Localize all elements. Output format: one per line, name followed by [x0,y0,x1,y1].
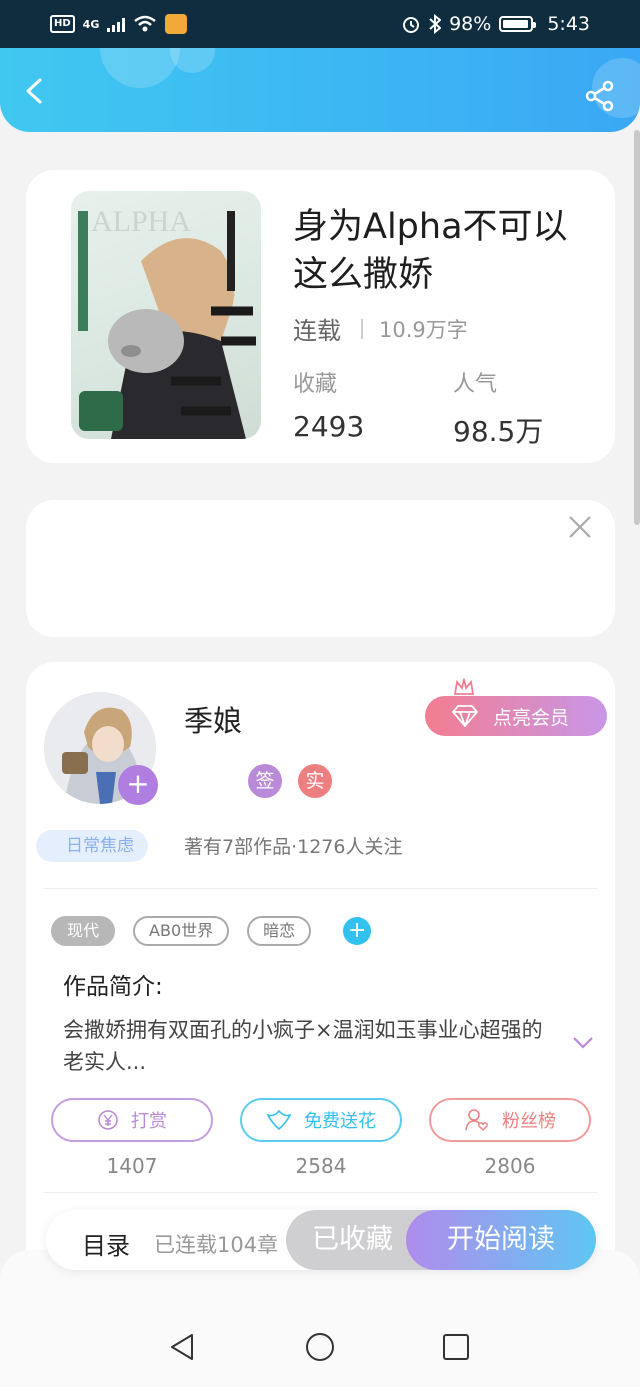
wifi-icon [134,15,157,32]
popularity-count: 98.5万 [453,415,544,448]
close-icon[interactable] [567,514,593,540]
fans-count: 2806 [484,1154,536,1178]
book-info-card: ALPHA 身为Alpha不可以这么撒娇 连载 10.9万字 收藏 2493 人… [26,170,615,463]
meta-divider [361,318,363,339]
verified-badge: 实 [298,764,332,798]
section-divider [44,888,597,889]
fans-action: 粉丝榜 2806 [429,1098,591,1178]
signal-icon [107,16,126,32]
collect-label: 收藏 [293,372,338,397]
cover-art: ALPHA [78,205,256,439]
decor-bubble [170,48,215,73]
intro-text: 会撒娇拥有双面孔的小疯子×温润如玉事业心超强的老实人... [63,1018,543,1074]
vip-member-button[interactable]: 点亮会员 [425,696,607,736]
popularity-label: 人气 [453,372,498,397]
top-header [0,48,640,132]
battery-icon [499,16,537,32]
app-notification-icon [165,14,188,34]
yuan-coin-icon [98,1110,118,1130]
alarm-icon [403,17,420,33]
ad-placeholder-card [26,500,615,637]
collect-count: 2493 [293,410,365,443]
status-left: HD 4G [50,14,188,34]
book-meta: 连载 10.9万字 [293,311,468,346]
network-type: 4G [82,17,100,31]
share-icon[interactable] [584,80,616,112]
reward-count: 1407 [106,1154,158,1178]
section-divider [44,1192,597,1193]
tag-list: 现代 AB0世界 暗恋 + [51,916,372,946]
user-heart-icon [465,1109,488,1131]
status-bar: HD 4G 98% 5:43 [0,0,640,48]
book-status: 连载 [293,317,341,345]
send-flower-button[interactable]: 免费送花 [240,1098,402,1142]
tag-item[interactable]: 现代 [51,916,116,946]
status-right: 98% 5:43 [401,13,590,35]
word-count: 10.9万字 [379,317,468,342]
decor-bubble [100,48,180,88]
battery-percent: 98% [449,13,492,35]
back-icon[interactable] [22,78,48,104]
system-nav-bar [0,1250,640,1387]
flower-action: 免费送花 2584 [240,1098,402,1178]
toc-status[interactable]: 已连载104章 [154,1229,278,1259]
nav-home-icon[interactable] [305,1332,335,1362]
vip-label: 点亮会员 [493,706,570,729]
fans-rank-button[interactable]: 粉丝榜 [429,1098,591,1142]
action-row: 打赏 1407 免费送花 2584 粉丝榜 2806 [51,1098,591,1178]
follow-author-button[interactable]: + [118,765,158,805]
tag-item[interactable]: 暗恋 [247,916,312,946]
start-reading-button[interactable]: 开始阅读 [406,1210,596,1270]
chevron-down-icon[interactable] [571,1032,595,1052]
book-title: 身为Alpha不可以这么撒娇 [293,207,568,295]
add-tag-button[interactable]: + [343,917,372,945]
diamond-icon [451,705,479,727]
hd-indicator: HD [50,15,75,33]
reward-button[interactable]: 打赏 [51,1098,213,1142]
signed-badge: 签 [248,764,282,798]
flower-count: 2584 [295,1154,347,1178]
book-cover[interactable]: ALPHA [71,191,261,439]
bottom-action-bar: 目录 已连载104章 已收藏 开始阅读 [46,1210,596,1270]
tag-item[interactable]: AB0世界 [133,916,230,946]
nav-back-icon[interactable] [168,1332,198,1362]
popularity-stat: 人气 98.5万 [453,366,543,450]
toc-button[interactable]: 目录 [82,1226,130,1261]
svg-text:ALPHA: ALPHA [91,205,191,238]
crown-icon [453,678,475,695]
intro-title: 作品简介: [63,974,163,1000]
flower-label: 免费送花 [304,1111,376,1132]
reward-action: 打赏 1407 [51,1098,213,1178]
author-name[interactable]: 季娘 [184,698,242,740]
scrollbar[interactable] [634,130,640,525]
mood-badge: 日常焦虑 [36,830,148,862]
flower-icon [266,1109,292,1131]
nav-recents-icon[interactable] [441,1332,471,1362]
author-card: + 日常焦虑 季娘 点亮会员 签 实 著有7部作品·1276人关注 现代 AB0… [26,662,615,1282]
fans-label: 粉丝榜 [502,1111,556,1132]
collect-stat: 收藏 2493 [293,366,364,443]
clock: 5:43 [547,13,590,35]
reward-label: 打赏 [131,1111,167,1132]
bluetooth-icon [429,14,442,34]
author-stats: 著有7部作品·1276人关注 [184,836,403,858]
